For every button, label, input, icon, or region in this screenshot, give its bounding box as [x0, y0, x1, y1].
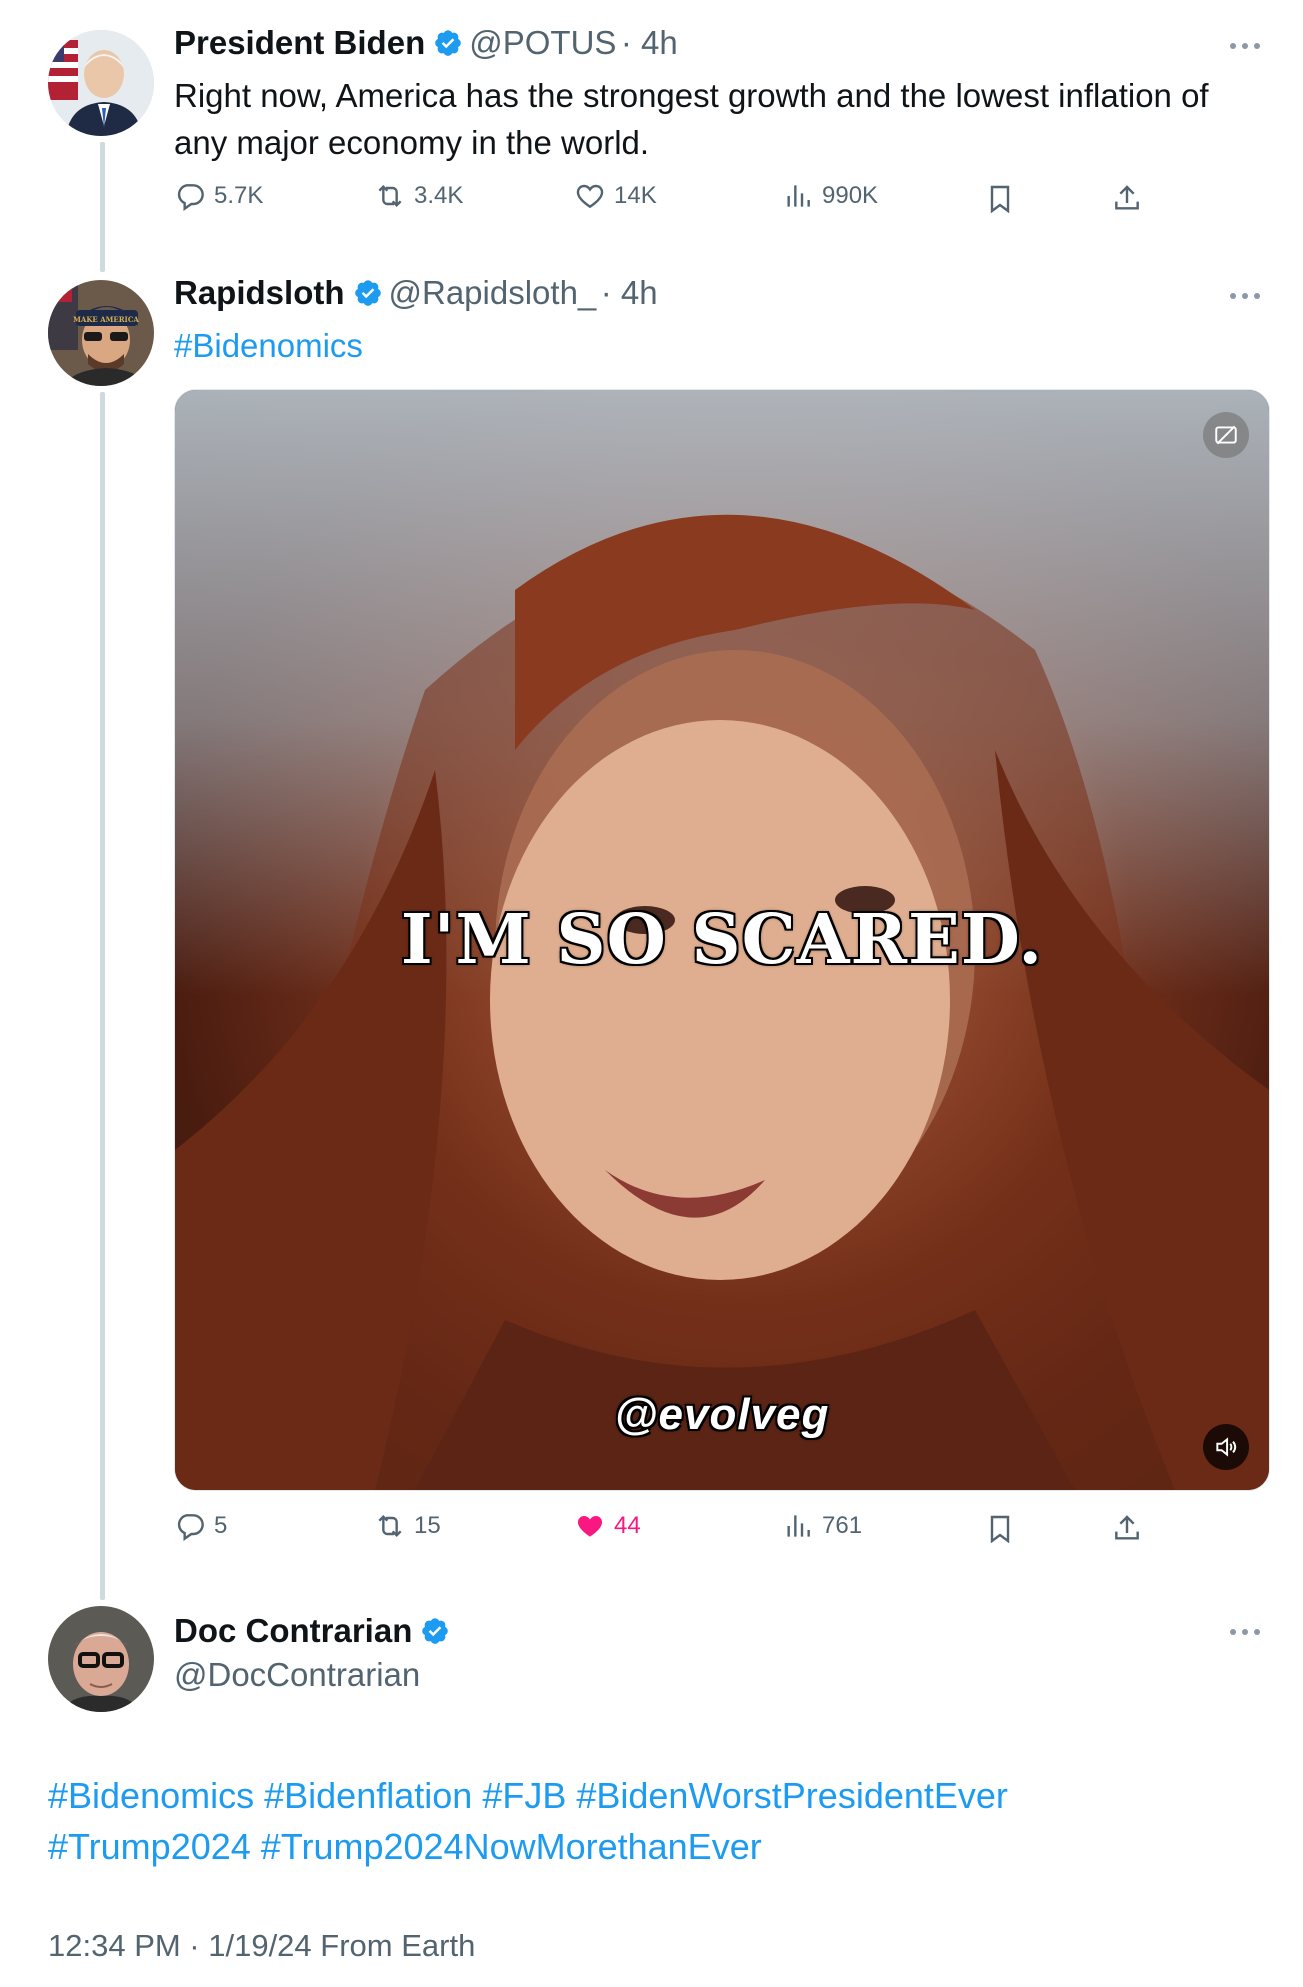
avatar-potus[interactable]	[48, 30, 154, 136]
tweet-header: Rapidsloth @Rapidsloth_ · 4h	[174, 274, 658, 312]
gif-toggle-icon	[1215, 425, 1237, 445]
reply-icon	[177, 1514, 204, 1541]
reply-count: 5	[214, 1512, 228, 1539]
repost-icon	[378, 184, 402, 208]
video-watermark: @evolveg	[614, 1390, 830, 1439]
share-icon[interactable]	[1111, 1512, 1143, 1546]
hashtag-link[interactable]: #BidenWorstPresidentEver	[576, 1775, 1008, 1816]
hashtag-link[interactable]: #FJB	[482, 1775, 566, 1816]
more-icon[interactable]	[1225, 36, 1265, 56]
reply-button[interactable]: 5	[174, 1510, 227, 1542]
like-count: 14K	[614, 182, 657, 209]
views-icon	[787, 1515, 810, 1537]
like-icon	[577, 1516, 603, 1537]
post-time[interactable]: · 4h	[621, 24, 678, 61]
hashtag-link[interactable]: #Bidenomics	[174, 322, 363, 369]
repost-button[interactable]: 15	[374, 1510, 441, 1542]
hashtag-link[interactable]: #Trump2024	[48, 1826, 251, 1867]
thread-line	[100, 392, 105, 1600]
handle[interactable]: @Rapidsloth_	[389, 274, 597, 311]
avatar-rapidsloth[interactable]: MAKE AMERICA	[48, 280, 154, 386]
display-name[interactable]: Rapidsloth	[174, 274, 345, 311]
bookmark-icon[interactable]	[984, 1512, 1016, 1546]
action-bar: 5.7K 3.4K 14K 990K	[174, 180, 1174, 220]
main-tweet-text: #Bidenomics #Bidenflation #FJB #BidenWor…	[48, 1770, 1008, 1872]
views-button[interactable]: 990K	[782, 180, 878, 212]
video-player[interactable]: I'M SO SCARED. @evolveg	[174, 389, 1270, 1491]
handle[interactable]: @POTUS	[469, 24, 616, 61]
thread-line	[100, 142, 105, 272]
reply-button[interactable]: 5.7K	[174, 180, 263, 212]
more-icon[interactable]	[1225, 1622, 1265, 1642]
verified-badge-icon	[422, 1618, 449, 1644]
more-icon[interactable]	[1225, 286, 1265, 306]
reply-icon	[177, 184, 204, 211]
like-count: 44	[614, 1512, 641, 1539]
display-name[interactable]: Doc Contrarian	[174, 1612, 412, 1649]
repost-count: 3.4K	[414, 182, 464, 209]
display-name[interactable]: President Biden	[174, 24, 425, 61]
views-count: 990K	[822, 182, 879, 209]
bookmark-icon[interactable]	[984, 182, 1016, 216]
hashtag-link[interactable]: #Trump2024NowMorethanEver	[261, 1826, 762, 1867]
gif-toggle-button[interactable]	[1203, 412, 1249, 458]
like-icon	[576, 184, 604, 209]
repost-icon	[378, 1514, 402, 1538]
hashtag-line: #Bidenomics #Bidenflation #FJB #BidenWor…	[48, 1770, 1008, 1821]
hashtag-link[interactable]: #Bidenomics	[48, 1775, 254, 1816]
handle[interactable]: @DocContrarian	[174, 1656, 420, 1694]
volume-button[interactable]	[1203, 1424, 1249, 1470]
views-button[interactable]: 761	[782, 1510, 862, 1542]
tweet-header: Doc Contrarian	[174, 1612, 456, 1650]
post-time[interactable]: · 4h	[601, 274, 658, 311]
tweet-text-line: Right now, America has the strongest gro…	[174, 77, 1209, 114]
like-button[interactable]: 14K	[574, 180, 657, 212]
video-caption: I'M SO SCARED.	[400, 900, 1044, 980]
repost-button[interactable]: 3.4K	[374, 180, 463, 212]
repost-count: 15	[414, 1512, 441, 1539]
hashtag-link[interactable]: #Bidenflation	[264, 1775, 472, 1816]
volume-icon	[1216, 1437, 1237, 1457]
like-button[interactable]: 44	[574, 1510, 641, 1542]
verified-badge-icon	[435, 30, 462, 56]
post-timestamp[interactable]: 12:34 PM · 1/19/24 From Earth	[48, 1928, 475, 1964]
tweet-header: President Biden @POTUS · 4h	[174, 24, 678, 62]
hashtag-line: #Trump2024 #Trump2024NowMorethanEver	[48, 1821, 1008, 1872]
avatar-doccontrarian[interactable]	[48, 1606, 154, 1712]
tweet-text-line: any major economy in the world.	[174, 124, 650, 161]
verified-badge-icon	[354, 280, 381, 306]
tweet-text: Right now, America has the strongest gro…	[174, 72, 1209, 166]
action-bar: 5 15 44 761	[174, 1510, 1174, 1550]
reply-count: 5.7K	[214, 182, 264, 209]
views-count: 761	[822, 1512, 863, 1539]
share-icon[interactable]	[1111, 182, 1143, 216]
svg-text:MAKE AMERICA: MAKE AMERICA	[73, 315, 139, 324]
views-icon	[787, 185, 810, 207]
